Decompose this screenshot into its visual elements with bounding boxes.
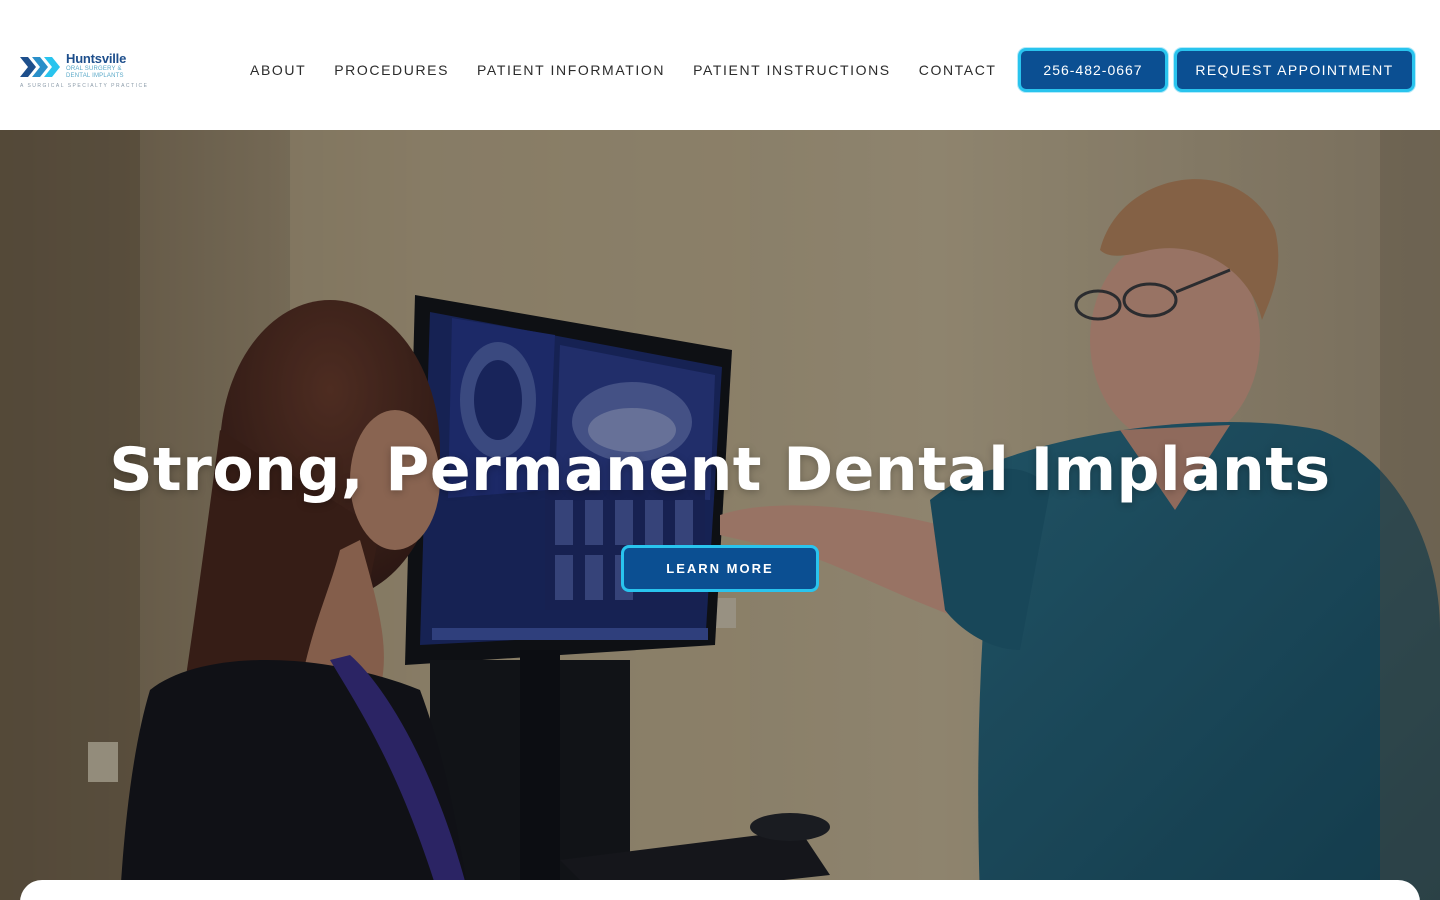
phone-button[interactable]: 256-482-0667 [1018, 48, 1168, 92]
nav-item-about[interactable]: About [236, 58, 320, 82]
site-logo[interactable]: Huntsville Oral Surgery & Dental Implant… [20, 51, 147, 92]
content-card-top-edge [20, 880, 1420, 900]
logo-subtitle-line2: Dental Implants [66, 73, 124, 79]
hero-darken-overlay [0, 130, 1440, 900]
nav-item-patient-information[interactable]: Patient Information [463, 58, 679, 82]
hero-title: Strong, Permanent Dental Implants [109, 435, 1331, 505]
learn-more-button[interactable]: Learn More [621, 545, 819, 592]
triple-chevron-icon [20, 57, 60, 77]
request-appointment-button[interactable]: Request Appointment [1174, 48, 1415, 92]
logo-tagline: A Surgical Specialty Practice [20, 83, 149, 89]
main-nav: About Procedures Patient Information Pat… [236, 58, 1011, 82]
logo-name: Huntsville [66, 51, 127, 66]
site-header: Huntsville Oral Surgery & Dental Implant… [0, 0, 1440, 130]
hero-section: Strong, Permanent Dental Implants Learn … [0, 130, 1440, 900]
logo-subtitle-line1: Oral Surgery & [66, 66, 122, 72]
nav-item-patient-instructions[interactable]: Patient Instructions [679, 58, 905, 82]
nav-item-contact[interactable]: Contact [905, 58, 1011, 82]
nav-item-procedures[interactable]: Procedures [320, 58, 463, 82]
